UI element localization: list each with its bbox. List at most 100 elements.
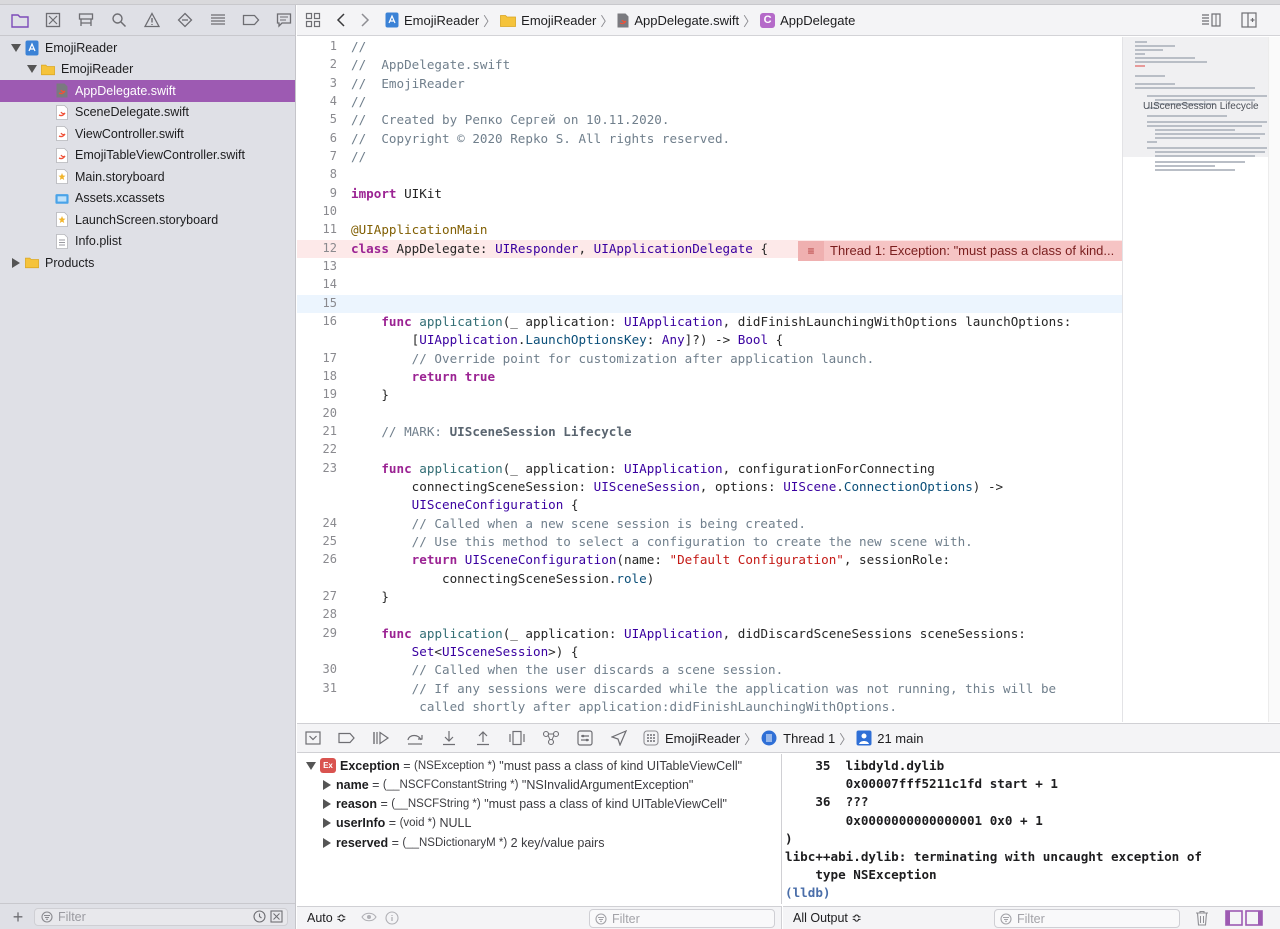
code-line[interactable]: 6 // Copyright © 2020 Repko S. All rights…: [297, 130, 1122, 148]
lldb-prompt[interactable]: (lldb): [785, 885, 831, 900]
continue-icon[interactable]: [371, 728, 391, 748]
code-line[interactable]: 10: [297, 203, 1122, 221]
tree-item-launchscreen-storyboard[interactable]: LaunchScreen.storyboard: [0, 209, 295, 231]
code-line[interactable]: 23 func application(_ application: UIApp…: [297, 460, 1122, 478]
disclosure-collapsed-icon[interactable]: [321, 779, 332, 790]
disclosure-expanded-icon[interactable]: [10, 42, 21, 53]
related-items-icon[interactable]: [303, 10, 323, 30]
disclosure-collapsed-icon[interactable]: [10, 257, 21, 268]
memory-graph-icon[interactable]: [541, 728, 561, 748]
source-editor[interactable]: 1 // 2 // AppDelegate.swift 3 // EmojiReader 4…: [297, 37, 1122, 722]
code-line[interactable]: [UIApplication.LaunchOptionsKey: Any]?) …: [297, 331, 1122, 349]
step-over-icon[interactable]: [405, 728, 425, 748]
test-icon[interactable]: [174, 9, 196, 31]
disclosure-expanded-icon[interactable]: [26, 64, 37, 75]
code-line[interactable]: 27 }: [297, 588, 1122, 606]
issue-icon[interactable]: [141, 9, 163, 31]
console-output[interactable]: 35 libdyld.dylib 0x00007fff5211c1fd star…: [783, 754, 1280, 904]
code-line[interactable]: 5 // Created by Репко Сергей on 10.11.202…: [297, 111, 1122, 129]
code-line[interactable]: 24 // Called when a new scene session is…: [297, 515, 1122, 533]
debug-target[interactable]: EmojiReader: [665, 731, 740, 746]
variables-scope-popup[interactable]: Auto ≎: [307, 910, 347, 925]
code-line[interactable]: 29 func application(_ application: UIApp…: [297, 625, 1122, 643]
code-line[interactable]: 30 // Called when the user discards a sc…: [297, 661, 1122, 679]
variable-row[interactable]: Ex Exception = (NSException *) "must pass…: [305, 756, 742, 775]
code-line[interactable]: 19 }: [297, 386, 1122, 404]
back-icon[interactable]: [331, 10, 351, 30]
disclosure-collapsed-icon[interactable]: [321, 818, 332, 829]
breadcrumb-group[interactable]: EmojiReader: [521, 13, 596, 28]
code-line[interactable]: 31 // If any sessions were discarded whi…: [297, 680, 1122, 698]
adjust-editor-options-icon[interactable]: [1201, 10, 1221, 30]
editor-scrollbar[interactable]: [1268, 37, 1280, 722]
navigator-filter-field[interactable]: Filter: [34, 908, 288, 926]
code-line[interactable]: 21 // MARK: UISceneSession Lifecycle: [297, 423, 1122, 441]
code-line[interactable]: 20: [297, 405, 1122, 423]
simulate-location-icon[interactable]: [609, 728, 629, 748]
code-line[interactable]: connectingSceneSession.role): [297, 570, 1122, 588]
variable-row[interactable]: reserved = (__NSDictionaryM *) 2 key/val…: [321, 833, 604, 852]
tree-item-main-storyboard[interactable]: Main.storyboard: [0, 166, 295, 188]
project-navigator-icon[interactable]: [9, 9, 31, 31]
code-line[interactable]: 17 // Override point for customization a…: [297, 350, 1122, 368]
variable-row[interactable]: userInfo = (void *) NULL: [321, 814, 471, 833]
code-line[interactable]: 7 //: [297, 148, 1122, 166]
add-file-button[interactable]: +: [10, 908, 26, 926]
variable-row[interactable]: name = (__NSCFConstantString *) "NSInval…: [321, 775, 693, 794]
code-line[interactable]: 22: [297, 441, 1122, 459]
source-control-filter-icon[interactable]: [270, 910, 283, 923]
eye-icon[interactable]: [361, 911, 377, 923]
tree-item-assets-xcassets[interactable]: Assets.xcassets: [0, 188, 295, 210]
symbol-navigator-icon[interactable]: [75, 9, 97, 31]
debug-thread[interactable]: Thread 1: [783, 731, 835, 746]
breadcrumb-project[interactable]: EmojiReader: [404, 13, 479, 28]
code-line[interactable]: 14: [297, 276, 1122, 294]
disclosure-collapsed-icon[interactable]: [321, 837, 332, 848]
code-line[interactable]: Set<UISceneSession>) {: [297, 643, 1122, 661]
code-line[interactable]: 8: [297, 166, 1122, 184]
code-line[interactable]: 2 // AppDelegate.swift: [297, 56, 1122, 74]
code-line[interactable]: 1 //: [297, 38, 1122, 56]
code-line[interactable]: 18 return true: [297, 368, 1122, 386]
tree-item-emojitableviewcontroller-swift[interactable]: EmojiTableViewController.swift: [0, 145, 295, 167]
minimap-visible-region[interactable]: [1123, 37, 1268, 157]
source-control-icon[interactable]: [42, 9, 64, 31]
tree-item-scenedelegate-swift[interactable]: SceneDelegate.swift: [0, 102, 295, 124]
console-filter-field[interactable]: Filter: [994, 909, 1180, 928]
breakpoint-icon[interactable]: [240, 9, 262, 31]
code-line[interactable]: 16 func application(_ application: UIApp…: [297, 313, 1122, 331]
breadcrumb-symbol[interactable]: AppDelegate: [780, 13, 855, 28]
breakpoints-toggle-icon[interactable]: [337, 728, 357, 748]
show-variables-view-icon[interactable]: [1225, 910, 1243, 926]
code-line[interactable]: 15: [297, 294, 1122, 313]
debug-icon[interactable]: [207, 9, 229, 31]
step-out-icon[interactable]: [473, 728, 493, 748]
code-line[interactable]: 11 @UIApplicationMain: [297, 221, 1122, 239]
tree-item-emojireader[interactable]: EmojiReader: [0, 59, 295, 81]
hide-debug-area-icon[interactable]: [303, 728, 323, 748]
code-line[interactable]: 12 class AppDelegate: UIResponder, UIAppl…: [297, 239, 1122, 261]
debug-frame[interactable]: 21 main: [877, 731, 923, 746]
tree-item-emojireader[interactable]: EmojiReader: [0, 37, 295, 59]
view-hierarchy-icon[interactable]: [507, 728, 527, 748]
recent-files-icon[interactable]: [253, 910, 266, 923]
code-line[interactable]: called shortly after application:didFini…: [297, 698, 1122, 716]
code-line[interactable]: UISceneConfiguration {: [297, 496, 1122, 514]
code-line[interactable]: 13: [297, 258, 1122, 276]
tree-item-products[interactable]: Products: [0, 252, 295, 274]
code-line[interactable]: 3 // EmojiReader: [297, 75, 1122, 93]
step-into-icon[interactable]: [439, 728, 459, 748]
trash-icon[interactable]: [1195, 910, 1209, 926]
add-editor-icon[interactable]: [1239, 10, 1259, 30]
report-icon[interactable]: [273, 9, 295, 31]
disclosure-expanded-icon[interactable]: [305, 760, 316, 771]
code-line[interactable]: 25 // Use this method to select a config…: [297, 533, 1122, 551]
tree-item-appdelegate-swift[interactable]: AppDelegate.swift: [0, 80, 295, 102]
code-line[interactable]: connectingSceneSession: UISceneSession, …: [297, 478, 1122, 496]
show-console-view-icon[interactable]: [1245, 910, 1263, 926]
tree-item-info-plist[interactable]: Info.plist: [0, 231, 295, 253]
environment-overrides-icon[interactable]: [575, 728, 595, 748]
tree-item-viewcontroller-swift[interactable]: ViewController.swift: [0, 123, 295, 145]
console-output-popup[interactable]: All Output ≎: [793, 910, 862, 925]
code-line[interactable]: 9 import UIKit: [297, 185, 1122, 203]
